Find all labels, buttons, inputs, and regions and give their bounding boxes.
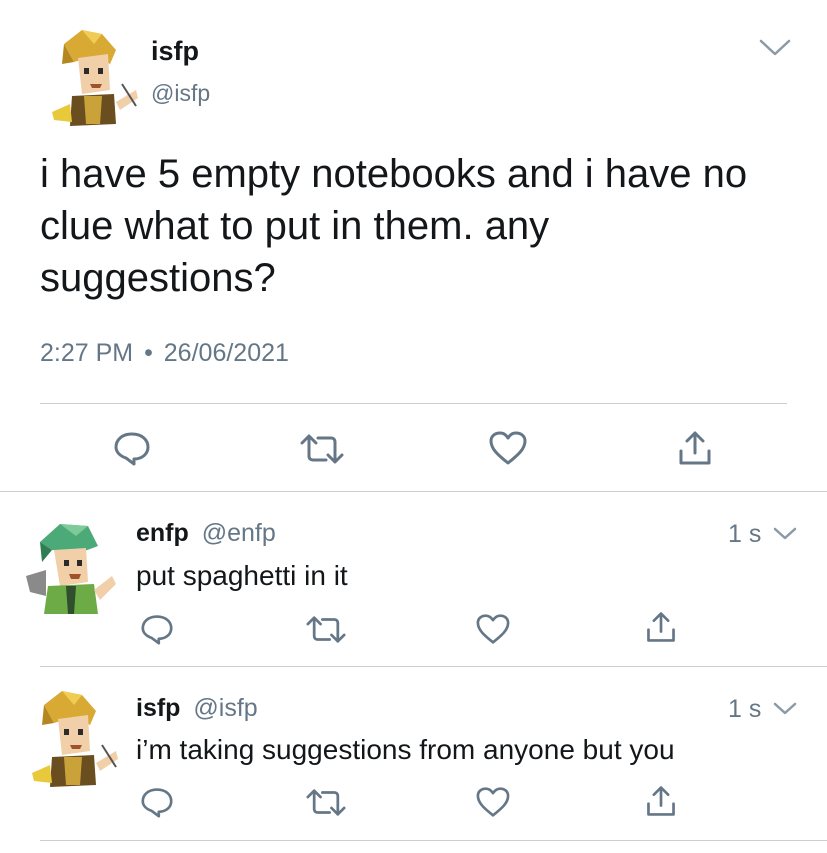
heart-icon[interactable] — [488, 430, 528, 466]
timestamp-separator: • — [144, 339, 153, 367]
reply-age: 1 s — [728, 520, 762, 548]
tweet-text: i have 5 empty notebooks and i have no c… — [40, 148, 747, 304]
share-icon[interactable] — [644, 784, 678, 818]
divider — [40, 403, 787, 404]
author-handle[interactable]: @isfp — [151, 80, 210, 107]
chevron-down-icon[interactable] — [758, 38, 792, 58]
reply-icon[interactable] — [139, 786, 175, 818]
author-name[interactable]: enfp — [136, 519, 189, 547]
retweet-icon[interactable] — [306, 787, 346, 818]
reply-age: 1 s — [728, 695, 762, 723]
chevron-down-icon[interactable] — [772, 701, 798, 717]
retweet-icon[interactable] — [300, 432, 344, 466]
retweet-icon[interactable] — [306, 614, 346, 645]
reply-header: enfp @enfp — [136, 519, 276, 548]
avatar[interactable] — [24, 685, 120, 789]
reply-icon[interactable] — [139, 613, 175, 645]
tweet-timestamp[interactable]: 2:27 PM • 26/06/2021 — [40, 339, 289, 368]
author-name[interactable]: isfp — [151, 36, 199, 67]
author-handle[interactable]: @enfp — [202, 519, 276, 547]
heart-icon[interactable] — [475, 786, 511, 818]
avatar[interactable] — [22, 516, 118, 616]
divider — [40, 666, 827, 667]
chevron-down-icon[interactable] — [772, 526, 798, 542]
divider — [40, 840, 827, 841]
avatar[interactable] — [44, 24, 140, 128]
heart-icon[interactable] — [475, 613, 511, 645]
share-icon[interactable] — [676, 429, 714, 467]
author-name[interactable]: isfp — [136, 694, 180, 722]
tweet-text-line: clue what to put in them. any — [40, 204, 550, 248]
tweet-text-line: i have 5 empty notebooks and i have no — [40, 152, 748, 196]
reply-text: put spaghetti in it — [136, 560, 348, 591]
tweet-date: 26/06/2021 — [163, 339, 289, 367]
tweet-text-line: suggestions? — [40, 256, 276, 300]
share-icon[interactable] — [644, 610, 678, 644]
author-handle[interactable]: @isfp — [193, 694, 257, 722]
divider — [0, 491, 827, 492]
reply-text: i’m taking suggestions from anyone but y… — [136, 734, 675, 765]
reply-header: isfp @isfp — [136, 694, 258, 723]
tweet-time: 2:27 PM — [40, 339, 134, 367]
reply-icon[interactable] — [112, 430, 152, 466]
